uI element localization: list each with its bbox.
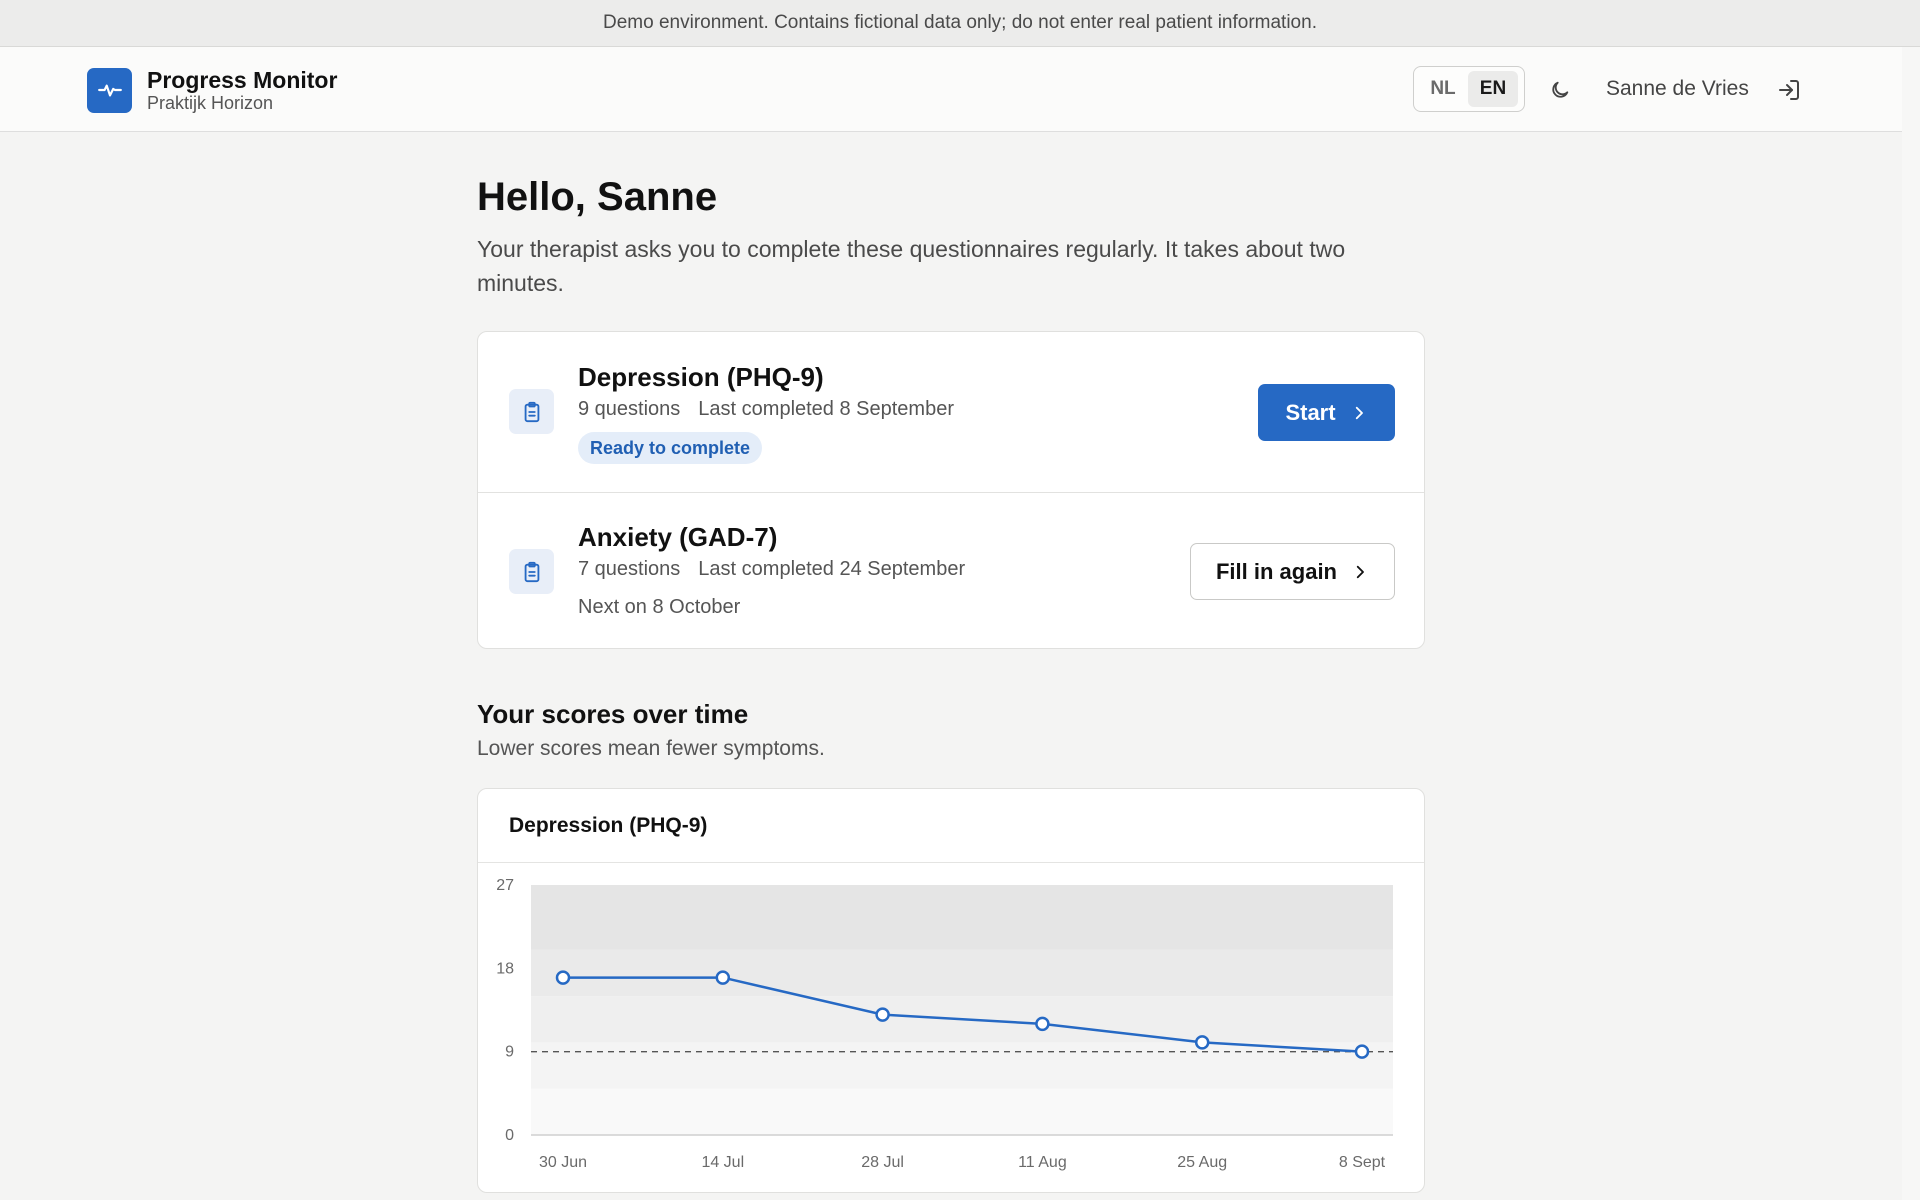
data-point [1035,1016,1050,1032]
demo-banner: Demo environment. Contains fictional dat… [0,0,1920,47]
severity-band [531,1042,1393,1089]
fill-in-again-label: Fill in again [1215,558,1337,584]
y-tick-label: 0 [505,1127,514,1144]
top-bar: Progress Monitor Praktijk Horizon NL EN … [0,47,1902,132]
clipboard-icon [509,549,554,594]
intro-text: Your therapist asks you to complete thes… [477,236,1346,296]
questionnaire-meta: 9 questions Last completed 8 September [578,398,954,421]
severity-band [531,1088,1393,1135]
next-date: Next on 8 October [578,596,741,618]
scores-subtitle: Lower scores mean fewer symptoms. [477,737,825,760]
questionnaire-meta: 7 questions Last completed 24 September [578,558,965,581]
question-count: 9 questions [578,398,681,420]
x-tick-label: 25 Aug [1177,1154,1227,1171]
questionnaire-list: Depression (PHQ-9) 9 questions Last compl… [477,331,1425,649]
x-tick-label: 28 Jul [861,1154,904,1171]
greeting-heading: Hello, Sanne [477,175,718,219]
clipboard-icon [509,389,554,434]
scores-heading: Your scores over time [477,699,749,729]
questionnaire-item-phq9: Depression (PHQ-9) 9 questions Last compl… [478,332,1424,493]
user-name[interactable]: Sanne de Vries [1606,77,1749,101]
app-title: Progress Monitor [147,67,338,93]
pulse-icon [87,67,132,113]
data-point [555,970,571,985]
questionnaire-title: Depression (PHQ-9) [578,362,824,392]
language-nl-button[interactable]: NL [1418,71,1468,107]
moon-icon[interactable] [1546,76,1574,104]
question-count: 7 questions [578,558,681,580]
x-tick-label: 30 Jun [539,1154,587,1171]
questionnaire-item-gad7: Anxiety (GAD-7) 7 questions Last complete… [478,493,1424,650]
phq9-chart-card: Depression (PHQ-9) 0 9 18 27 30 Jun 14 Jul 28 … [477,788,1425,1193]
questionnaire-title: Anxiety (GAD-7) [578,522,778,552]
start-button-label: Start [1285,399,1336,425]
brand[interactable]: Progress Monitor Praktijk Horizon [87,67,337,113]
language-en-button[interactable]: EN [1468,71,1518,107]
practice-name: Praktijk Horizon [147,93,274,113]
y-tick-label: 27 [496,877,514,894]
chevron-right-icon [1350,404,1368,422]
scrollbar-track[interactable] [1902,47,1920,1200]
logout-icon[interactable] [1775,76,1803,104]
data-point [875,1007,890,1022]
demo-banner-text: Demo environment. Contains fictional dat… [603,12,1317,33]
y-tick-label: 9 [505,1044,514,1061]
y-tick-label: 18 [496,960,514,977]
data-point [715,970,731,985]
x-tick-label: 14 Jul [701,1154,744,1171]
chart-title: Depression (PHQ-9) [509,814,708,837]
x-tick-label: 8 Sept [1339,1154,1386,1171]
severity-band [531,885,1393,950]
data-point [1194,1035,1210,1050]
phq9-line-chart: 0 9 18 27 30 Jun 14 Jul 28 Jul 11 Aug 25 Aug 8 Se… [496,877,1393,1171]
status-badge: Ready to complete [578,432,763,464]
start-button[interactable]: Start [1258,384,1395,441]
last-completed: Last completed 24 September [698,558,966,580]
chevron-right-icon [1351,563,1369,581]
chart-header: Depression (PHQ-9) [478,789,1424,863]
x-tick-label: 11 Aug [1018,1154,1067,1171]
fill-in-again-button[interactable]: Fill in again [1190,543,1395,600]
data-point [1354,1044,1370,1059]
language-toggle: NL EN [1413,66,1525,112]
severity-band [531,949,1393,997]
last-completed: Last completed 8 September [698,398,954,420]
